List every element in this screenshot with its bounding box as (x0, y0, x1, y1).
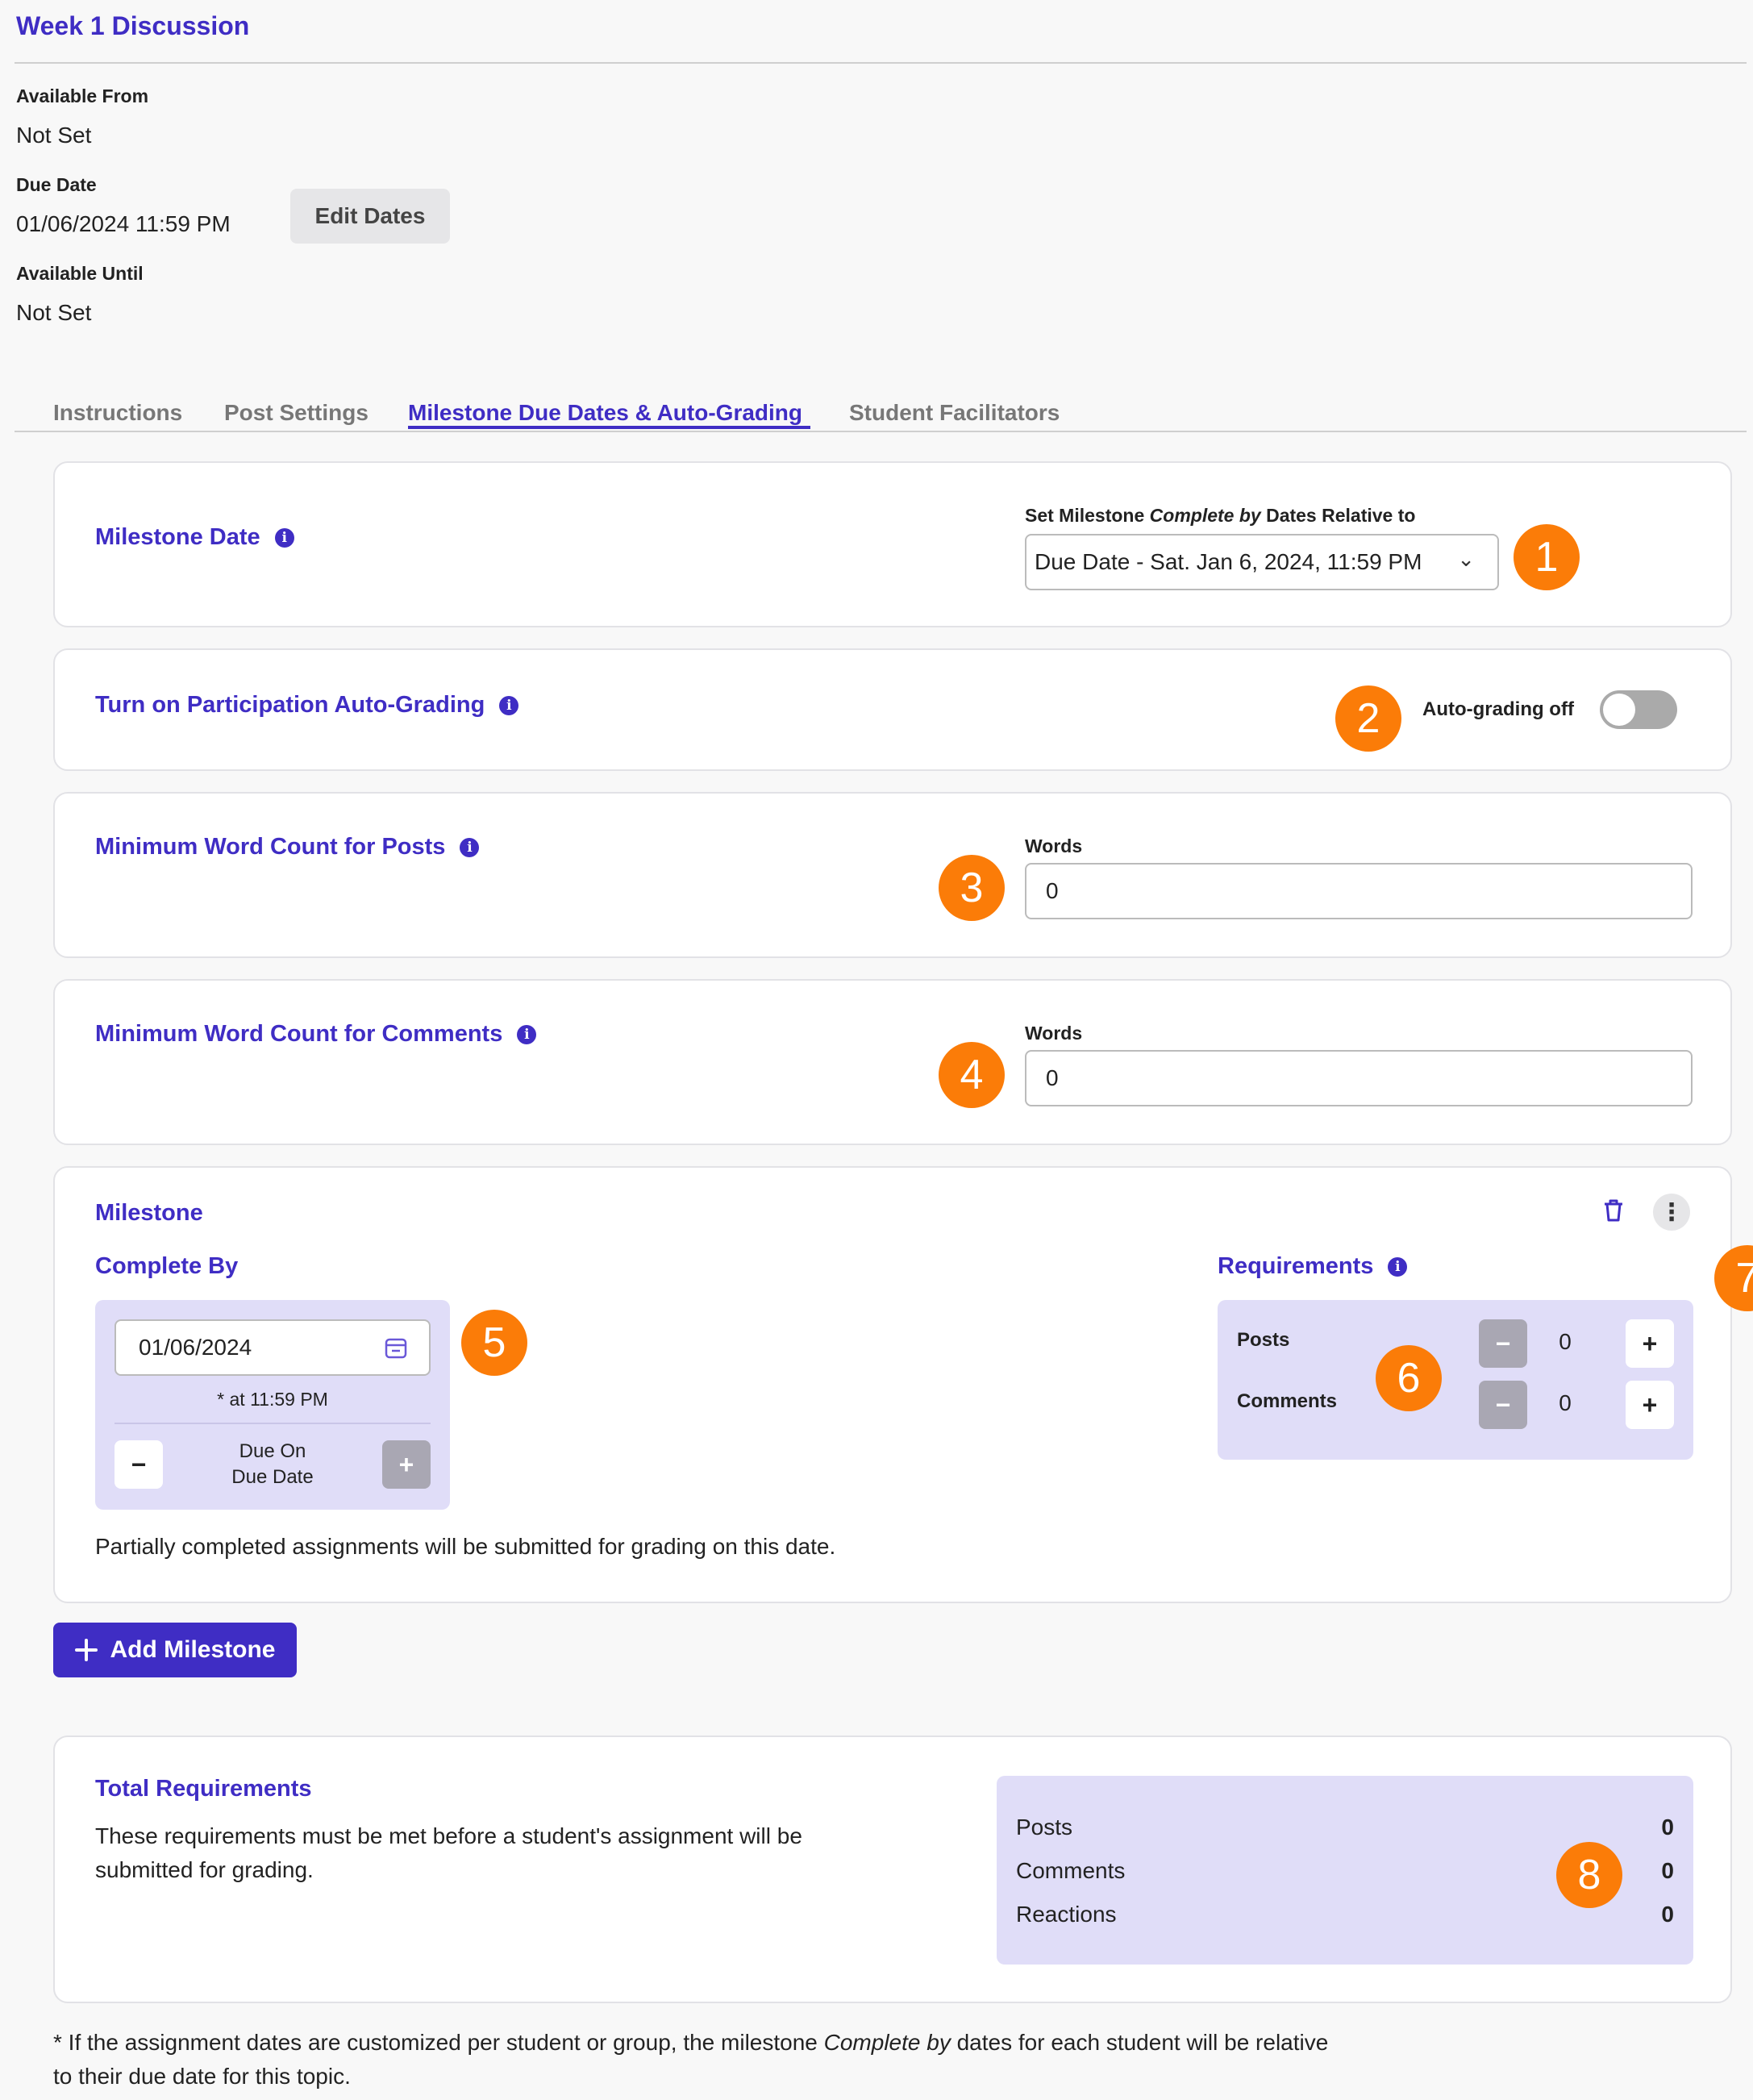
footnote-line-2: to their due date for this topic. (53, 2064, 351, 2089)
callout-badge-7: 7 (1714, 1245, 1753, 1311)
auto-grading-toggle-label: Auto-grading off (1422, 698, 1574, 720)
auto-grading-card: Turn on Participation Auto-Grading i 2 A… (53, 648, 1732, 771)
req-comments-label: Comments (1237, 1390, 1338, 1412)
totals-panel: Posts 0 Comments 0 Reactions 0 8 (997, 1776, 1693, 1965)
info-icon[interactable]: i (517, 1024, 537, 1044)
add-milestone-button[interactable]: Add Milestone (53, 1623, 297, 1677)
words-label: Words (1025, 835, 1083, 856)
req-posts-label: Posts (1237, 1329, 1290, 1351)
min-word-posts-title: Minimum Word Count for Posts (95, 834, 446, 860)
toggle-knob (1603, 694, 1635, 726)
total-reactions-value: 0 (1661, 1902, 1674, 1927)
requirements-label: Requirements (1218, 1253, 1374, 1279)
callout-badge-2: 2 (1335, 685, 1401, 752)
callout-badge-3: 3 (939, 855, 1005, 921)
total-posts-value: 0 (1661, 1815, 1674, 1840)
min-word-comments-input[interactable]: 0 (1025, 1050, 1693, 1106)
milestone-title: Milestone (95, 1200, 203, 1226)
callout-badge-6: 6 (1376, 1345, 1442, 1411)
total-comments-label: Comments (1016, 1858, 1126, 1883)
complete-by-label: Complete By (95, 1253, 239, 1279)
chevron-down-icon: ⌄ (1457, 547, 1475, 571)
due-on-line2: Due Date (231, 1466, 314, 1488)
plus-icon (75, 1639, 98, 1661)
words-label: Words (1025, 1023, 1083, 1044)
tab-instructions[interactable]: Instructions (53, 400, 182, 426)
info-icon[interactable]: i (460, 837, 480, 857)
requirements-panel: Posts − 0 + Comments − 0 + (1218, 1300, 1693, 1460)
req-comments-plus-button[interactable]: + (1626, 1381, 1674, 1429)
milestone-card: Milestone ⋮ 7 Complete By 01/06/2024 * a… (53, 1166, 1753, 1603)
milestone-relative-label: Set Milestone Complete by Dates Relative… (1025, 505, 1416, 526)
tab-milestone-due-dates[interactable]: Milestone Due Dates & Auto-Grading (408, 400, 802, 426)
trash-icon[interactable] (1597, 1194, 1630, 1227)
complete-by-panel: 01/06/2024 * at 11:59 PM − Due On Due Da… (95, 1300, 450, 1510)
auto-grading-title: Turn on Participation Auto-Grading (95, 692, 485, 718)
total-requirements-card: Total Requirements These requirements mu… (53, 1735, 1732, 2003)
edit-dates-button[interactable]: Edit Dates (290, 189, 450, 244)
info-icon[interactable]: i (499, 695, 519, 715)
min-word-comments-title: Minimum Word Count for Comments (95, 1021, 503, 1047)
available-from-value: Not Set (16, 123, 92, 148)
due-on-plus-button[interactable]: + (382, 1440, 431, 1489)
req-posts-value: 0 (1559, 1329, 1572, 1354)
milestone-relative-select-value: Due Date - Sat. Jan 6, 2024, 11:59 PM (1035, 549, 1422, 574)
info-icon[interactable]: i (1388, 1256, 1408, 1277)
add-milestone-label: Add Milestone (110, 1636, 276, 1663)
tab-post-settings[interactable]: Post Settings (224, 400, 369, 426)
more-options-icon[interactable]: ⋮ (1653, 1194, 1690, 1231)
calendar-icon[interactable] (384, 1335, 408, 1365)
footnote-line-1: * If the assignment dates are customized… (53, 2030, 1329, 2055)
callout-badge-5: 5 (461, 1310, 527, 1376)
available-from-label: Available From (16, 85, 149, 106)
milestone-date-card: Milestone Date i Set Milestone Complete … (53, 461, 1732, 627)
callout-badge-8: 8 (1556, 1842, 1622, 1908)
due-date-value: 01/06/2024 11:59 PM (16, 211, 231, 236)
info-icon[interactable]: i (274, 527, 294, 548)
min-word-comments-card: Minimum Word Count for Comments i Words … (53, 979, 1732, 1145)
min-word-posts-card: Minimum Word Count for Posts i Words 3 0 (53, 792, 1732, 958)
req-comments-minus-button[interactable]: − (1479, 1381, 1527, 1429)
tabs-divider (15, 431, 1747, 432)
callout-badge-1: 1 (1514, 524, 1580, 590)
req-comments-value: 0 (1559, 1390, 1572, 1415)
tab-student-facilitators[interactable]: Student Facilitators (849, 400, 1060, 426)
complete-by-date-input[interactable]: 01/06/2024 (115, 1319, 431, 1376)
total-reactions-label: Reactions (1016, 1902, 1117, 1927)
due-on-minus-button[interactable]: − (115, 1440, 163, 1489)
available-until-value: Not Set (16, 300, 92, 325)
callout-badge-4: 4 (939, 1042, 1005, 1108)
total-requirements-description: These requirements must be met before a … (95, 1819, 802, 1887)
total-comments-value: 0 (1661, 1858, 1674, 1883)
due-on-text: Due On Due Date (176, 1439, 369, 1490)
total-requirements-title: Total Requirements (95, 1776, 312, 1802)
req-posts-plus-button[interactable]: + (1626, 1319, 1674, 1368)
header-divider (15, 62, 1747, 64)
available-until-label: Available Until (16, 263, 144, 284)
page-title: Week 1 Discussion (16, 11, 250, 40)
complete-by-date-value: 01/06/2024 (139, 1335, 252, 1360)
panel-divider (115, 1423, 431, 1424)
due-date-label: Due Date (16, 174, 97, 195)
footnote: * If the assignment dates are customized… (53, 2026, 1328, 2094)
req-posts-minus-button[interactable]: − (1479, 1319, 1527, 1368)
desc-line-2: submitted for grading. (95, 1857, 314, 1882)
milestone-relative-select[interactable]: Due Date - Sat. Jan 6, 2024, 11:59 PM ⌄ (1025, 534, 1499, 590)
milestone-note: Partially completed assignments will be … (95, 1534, 836, 1559)
time-note: * at 11:59 PM (217, 1389, 328, 1410)
due-on-line1: Due On (239, 1440, 306, 1462)
auto-grading-toggle[interactable] (1600, 690, 1677, 729)
desc-line-1: These requirements must be met before a … (95, 1823, 802, 1848)
min-word-posts-input[interactable]: 0 (1025, 863, 1693, 919)
total-posts-label: Posts (1016, 1815, 1073, 1840)
active-tab-indicator (408, 426, 810, 429)
milestone-date-title: Milestone Date (95, 524, 260, 550)
